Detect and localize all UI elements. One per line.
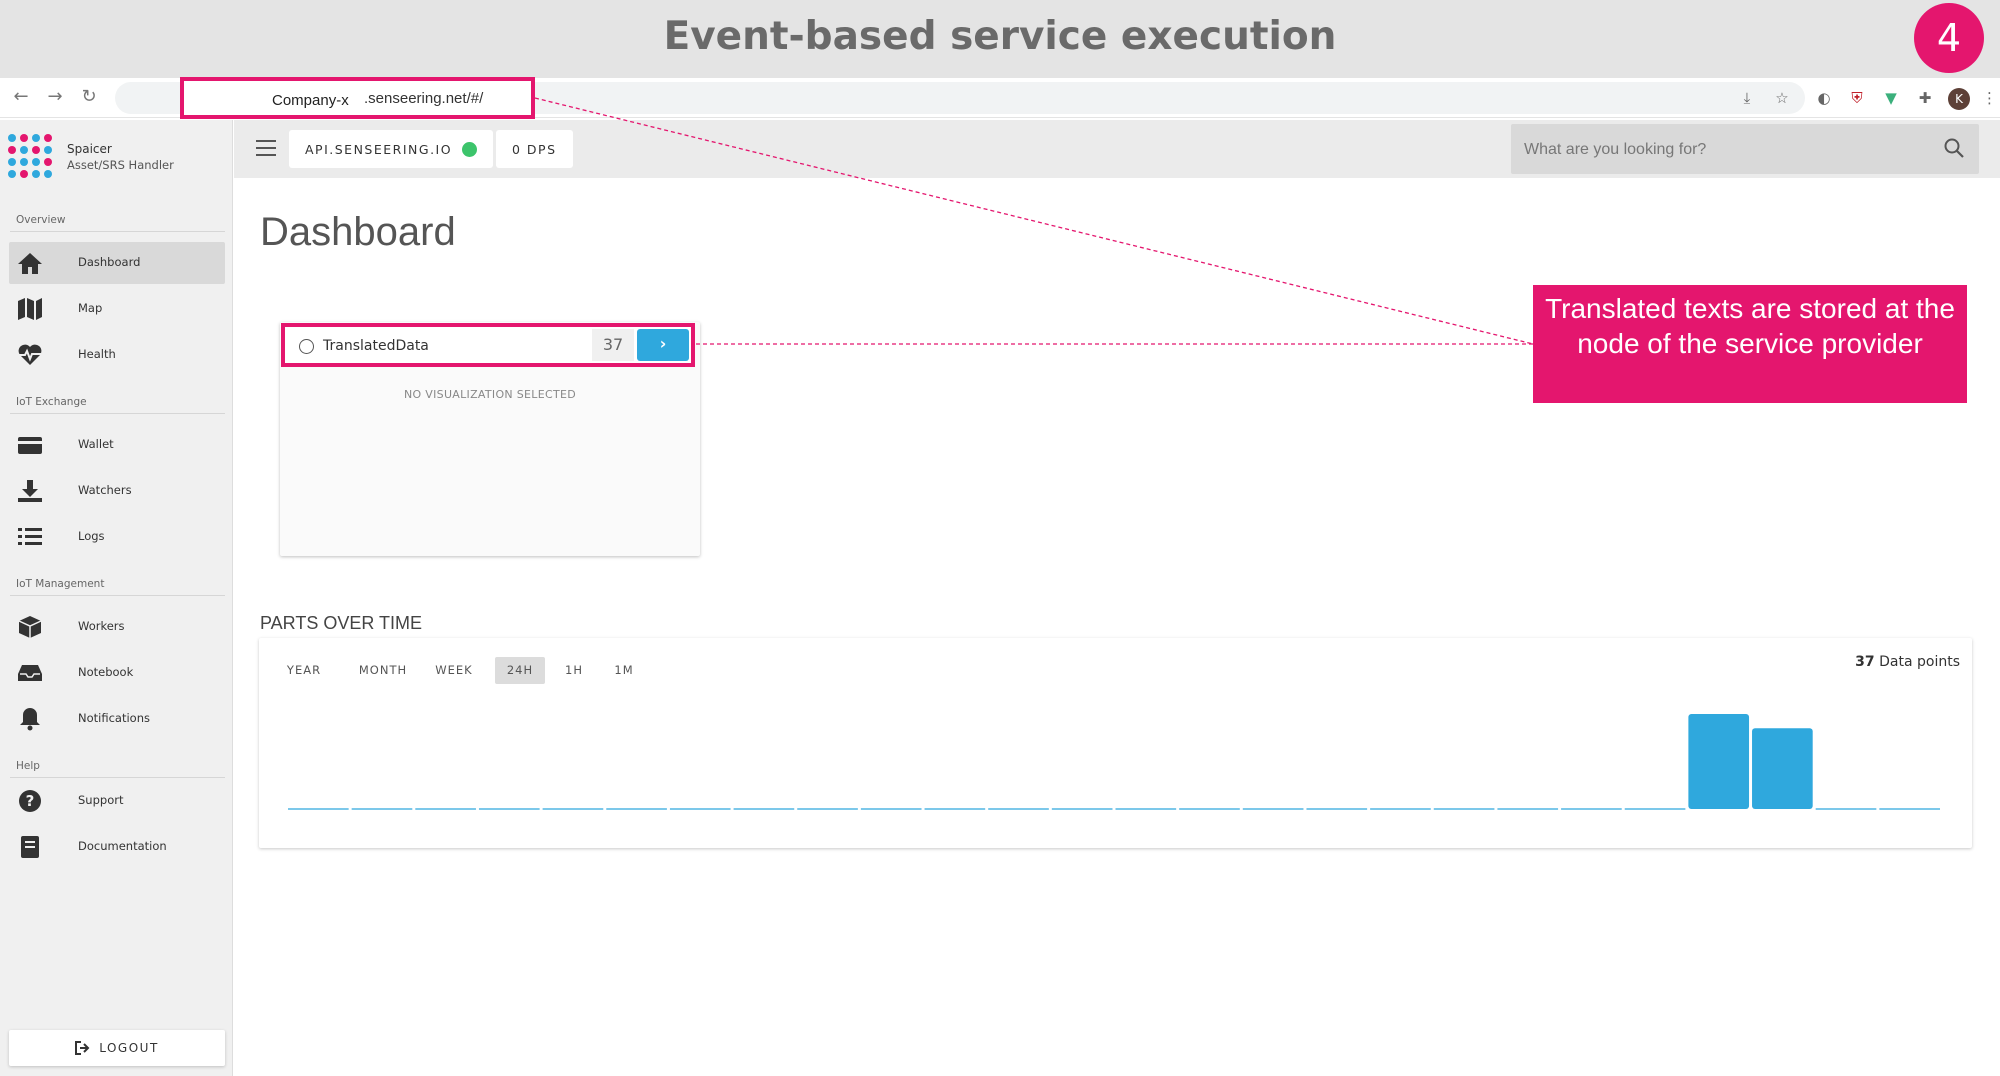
divider [10,595,225,596]
vue-extension-icon[interactable]: ▼ [1880,87,1902,109]
widget-count: 37 [592,329,634,361]
page-title: Dashboard [260,210,456,254]
section-overview: Overview [16,214,66,226]
search-placeholder: What are you looking for? [1524,141,1707,158]
logout-icon [75,1041,90,1055]
sidebar-item-wallet[interactable]: Wallet [9,424,225,466]
search-input[interactable]: What are you looking for? [1511,124,1979,174]
inbox-icon [18,665,42,681]
api-endpoint-chip[interactable]: API.SENSEERING.IO [289,130,494,168]
logout-label: LOGOUT [99,1041,159,1055]
sidebar-item-label: Wallet [78,437,114,451]
sidebar-item-label: Workers [78,619,125,633]
slide-title-bar: Event-based service execution [0,0,2000,78]
list-icon [18,528,42,545]
profile-avatar[interactable]: K [1948,88,1970,110]
star-icon[interactable]: ☆ [1771,87,1793,109]
brand-name: Spaicer [67,142,112,156]
sidebar-item-label: Dashboard [78,255,141,269]
browser-menu-icon[interactable]: ⋮ [1982,87,1997,109]
book-icon [21,836,39,858]
status-dot [462,141,478,157]
url-domain[interactable]: .senseering.net/#/ [364,90,483,107]
sidebar-item-label: Watchers [78,483,132,497]
menu-icon[interactable] [256,140,276,156]
sidebar-item-label: Documentation [78,839,167,853]
sidebar-item-label: Support [78,793,124,807]
install-icon[interactable]: ⤓ [1736,87,1758,109]
widget-empty-text: NO VISUALIZATION SELECTED [404,388,576,401]
sidebar-item-map[interactable]: Map [9,288,225,330]
sidebar-item-label: Logs [78,529,105,543]
data-widget: TranslatedData 37 › NO VISUALIZATION SEL… [280,322,700,556]
parts-section-title: PARTS OVER TIME [260,613,423,633]
sidebar-item-logs[interactable]: Logs [9,516,225,558]
svg-text:?: ? [26,792,35,810]
divider [10,231,225,232]
brand-logo-icon [8,134,52,178]
slide-title: Event-based service execution [663,14,1337,59]
sidebar-item-notifications[interactable]: Notifications [9,698,225,740]
chart-bar [1688,714,1750,809]
wallet-icon [18,437,42,454]
divider [10,777,225,778]
sidebar-item-health[interactable]: Health [9,334,225,376]
widget-name: TranslatedData [323,338,429,354]
sidebar-item-label: Notebook [78,665,134,679]
reload-icon[interactable]: ↻ [78,86,100,108]
dps-label: 0 DPS [512,141,557,157]
logout-button[interactable]: LOGOUT [9,1030,225,1066]
section-iot-management: IoT Management [16,578,105,590]
divider [10,413,225,414]
dps-chip: 0 DPS [496,130,573,168]
parts-bar-chart [288,714,1940,810]
home-icon [18,253,42,274]
shield-extension-icon[interactable]: ⛨ [1846,87,1868,109]
sidebar-item-dashboard[interactable]: Dashboard [9,242,225,284]
heart-pulse-icon [18,344,42,365]
sidebar-item-support[interactable]: ? Support [9,780,225,822]
extension-circle-icon[interactable]: ◐ [1813,87,1835,109]
sidebar-item-notebook[interactable]: Notebook [9,652,225,694]
bell-icon [20,708,40,731]
puzzle-icon[interactable]: ✚ [1914,87,1936,109]
map-icon [18,298,42,320]
sidebar-item-documentation[interactable]: Documentation [9,826,225,868]
sidebar-item-label: Map [78,301,103,315]
back-arrow-icon[interactable]: ← [10,86,32,108]
help-circle-icon: ? [19,790,41,812]
sidebar: Spaicer Asset/SRS Handler Overview Dashb… [0,120,233,1076]
step-badge: 4 [1914,3,1984,73]
annotation-callout: Translated texts are stored at the node … [1533,285,1967,403]
sidebar-item-watchers[interactable]: Watchers [9,470,225,512]
widget-select-radio[interactable] [299,339,314,354]
brand-role: Asset/SRS Handler [67,158,174,172]
search-icon[interactable] [1943,137,1965,159]
section-iot-exchange: IoT Exchange [16,396,87,408]
sidebar-item-workers[interactable]: Workers [9,606,225,648]
section-help: Help [16,760,40,772]
forward-arrow-icon[interactable]: → [44,86,66,108]
parts-chart-card: YEAR MONTH WEEK 24H 1H 1M 37 Data points [259,638,1972,848]
sidebar-item-label: Notifications [78,711,150,725]
chart-bar [1752,728,1813,809]
api-endpoint-label: API.SENSEERING.IO [305,141,453,157]
cube-icon [18,616,42,638]
widget-header: TranslatedData 37 › [281,323,695,367]
download-icon [18,480,42,502]
sidebar-item-label: Health [78,347,116,361]
app-topbar: API.SENSEERING.IO 0 DPS What are you loo… [234,120,2000,178]
widget-open-button[interactable]: › [637,329,689,361]
url-company[interactable]: Company-x [272,92,349,109]
